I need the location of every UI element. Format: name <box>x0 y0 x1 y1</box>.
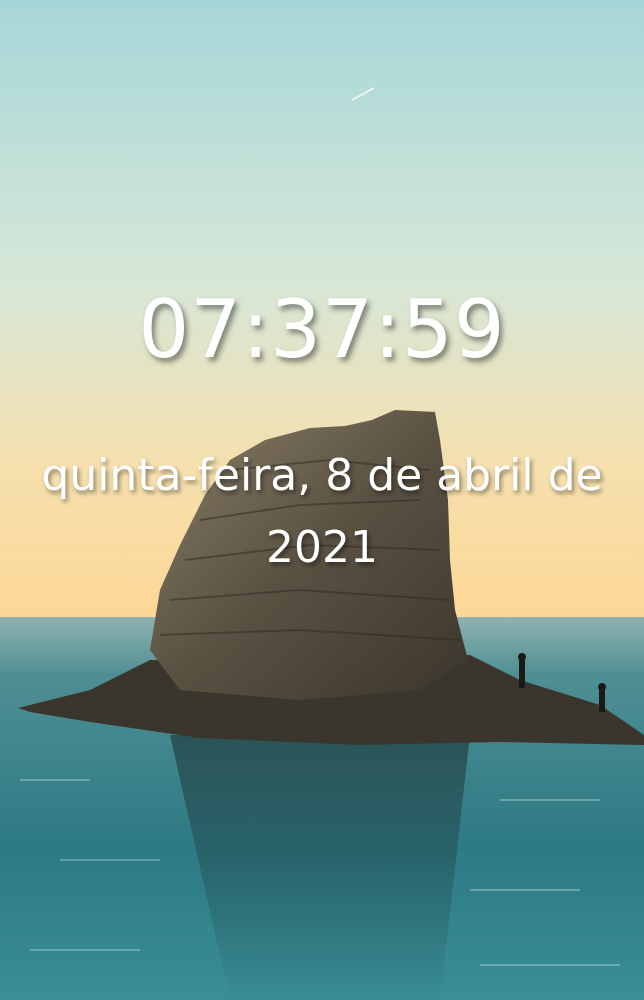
lock-screen-clock: 07:37:59 <box>138 283 506 376</box>
lock-screen: 07:37:59 quinta-feira, 8 de abril de 202… <box>0 0 644 1000</box>
lock-screen-date: quinta-feira, 8 de abril de 2021 <box>41 450 603 573</box>
